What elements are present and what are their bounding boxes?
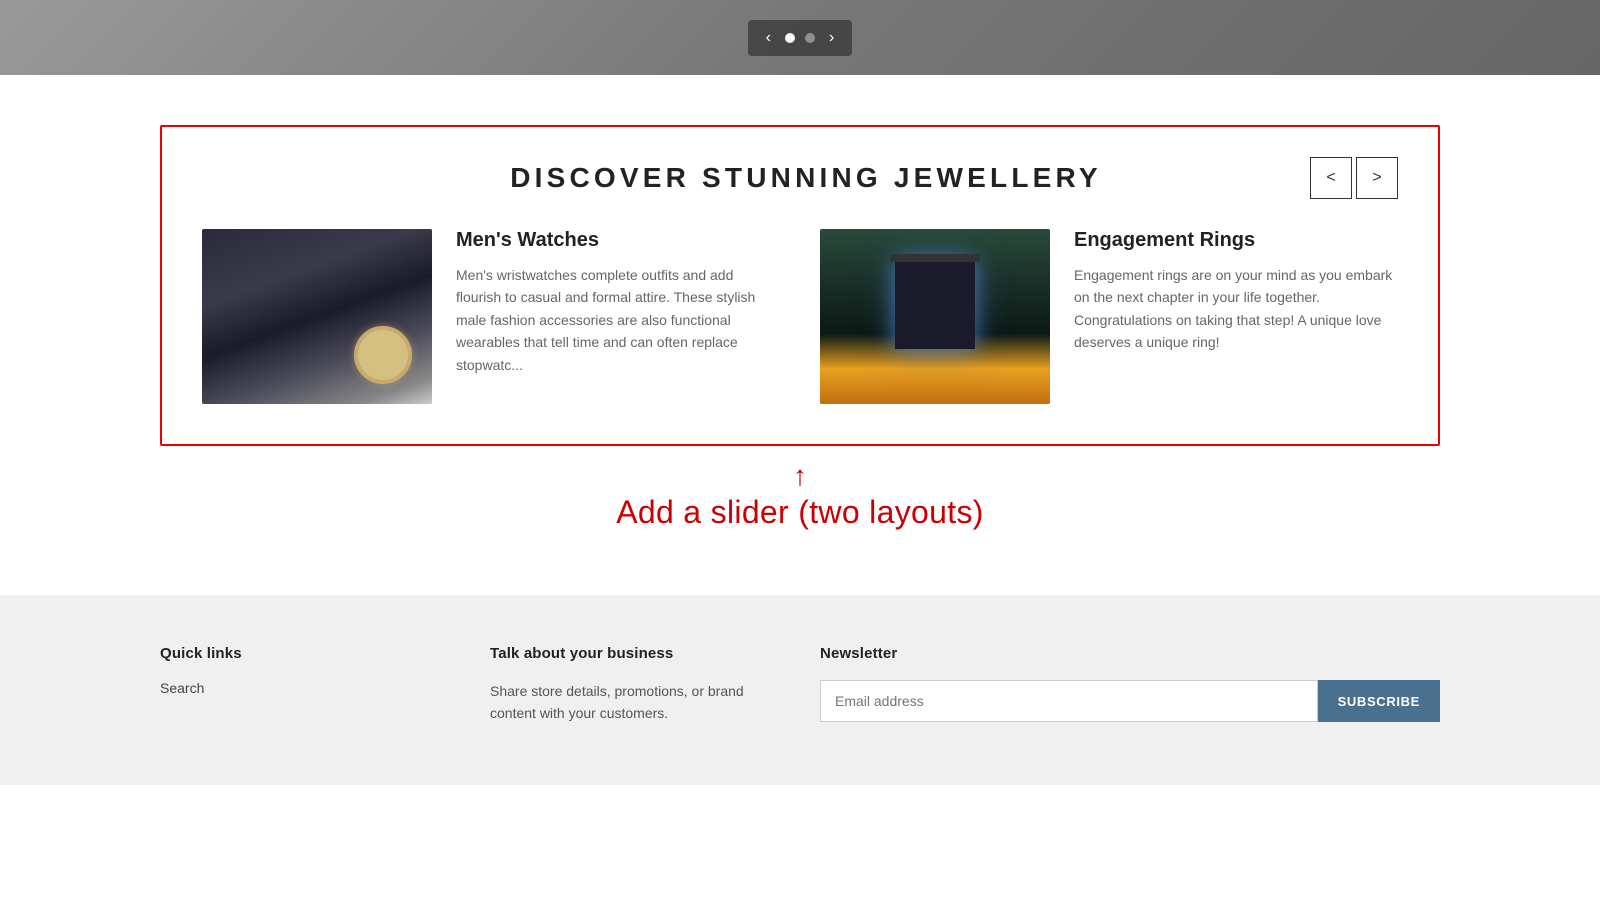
watches-photo <box>202 229 432 404</box>
footer-newsletter: Newsletter SUBSCRIBE <box>820 645 1440 725</box>
annotation-area: ↑ Add a slider (two layouts) <box>160 446 1440 555</box>
dot-2[interactable] <box>805 33 815 43</box>
jewellery-title: DISCOVER STUNNING JEWELLERY <box>302 162 1310 194</box>
rings-image <box>820 229 1050 404</box>
newsletter-form: SUBSCRIBE <box>820 680 1440 722</box>
watches-image <box>202 229 432 404</box>
email-input[interactable] <box>820 680 1318 722</box>
hero-prev-button[interactable]: ‹ <box>762 28 775 48</box>
watches-description: Men's wristwatches complete outfits and … <box>456 264 780 376</box>
jewellery-nav-arrows: < > <box>1310 157 1398 199</box>
rings-title: Engagement Rings <box>1074 229 1398 252</box>
annotation-arrow-icon: ↑ <box>793 462 807 490</box>
footer-grid: Quick links Search Talk about your busin… <box>160 645 1440 725</box>
watches-text: Men's Watches Men's wristwatches complet… <box>456 229 780 376</box>
quick-links-title: Quick links <box>160 645 450 662</box>
business-title: Talk about your business <box>490 645 780 662</box>
slider-controls: ‹ › <box>748 20 853 56</box>
search-link[interactable]: Search <box>160 680 450 696</box>
rings-photo <box>820 229 1050 404</box>
footer-business: Talk about your business Share store det… <box>490 645 780 725</box>
jewellery-next-button[interactable]: > <box>1356 157 1398 199</box>
jewellery-item-rings: Engagement Rings Engagement rings are on… <box>820 229 1398 404</box>
hero-next-button[interactable]: › <box>825 28 838 48</box>
jewellery-section: DISCOVER STUNNING JEWELLERY < > Men's Wa… <box>160 125 1440 446</box>
annotation-text: Add a slider (two layouts) <box>616 494 984 531</box>
footer: Quick links Search Talk about your busin… <box>0 595 1600 785</box>
hero-banner: ‹ › <box>0 0 1600 75</box>
watches-title: Men's Watches <box>456 229 780 252</box>
main-content: DISCOVER STUNNING JEWELLERY < > Men's Wa… <box>0 75 1600 595</box>
jewellery-item-watches: Men's Watches Men's wristwatches complet… <box>202 229 780 404</box>
jewellery-items: Men's Watches Men's wristwatches complet… <box>202 229 1398 404</box>
dot-1[interactable] <box>785 33 795 43</box>
business-body: Share store details, promotions, or bran… <box>490 680 780 725</box>
subscribe-button[interactable]: SUBSCRIBE <box>1318 680 1440 722</box>
newsletter-title: Newsletter <box>820 645 1440 662</box>
jewellery-prev-button[interactable]: < <box>1310 157 1352 199</box>
rings-description: Engagement rings are on your mind as you… <box>1074 264 1398 354</box>
footer-quick-links: Quick links Search <box>160 645 450 725</box>
rings-text: Engagement Rings Engagement rings are on… <box>1074 229 1398 354</box>
jewellery-header: DISCOVER STUNNING JEWELLERY < > <box>202 157 1398 199</box>
